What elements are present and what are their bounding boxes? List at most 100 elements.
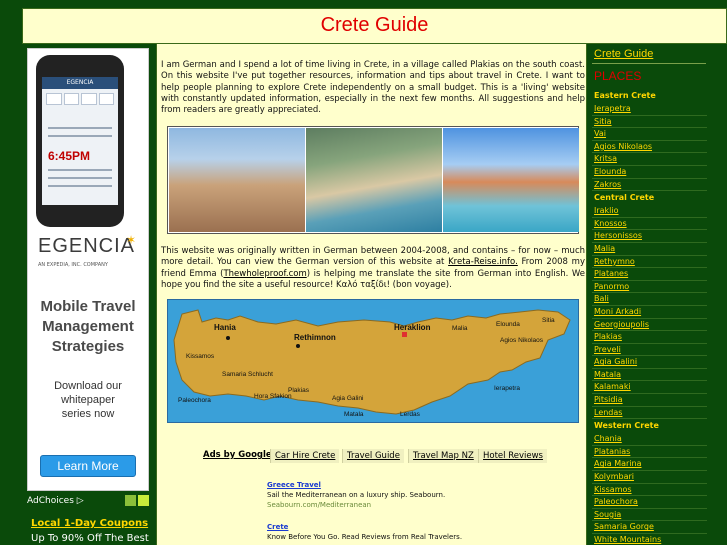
nav-item-bali[interactable]: Bali [592,293,707,306]
nav-item-malia[interactable]: Malia [592,243,707,256]
map-label-lerdas: Lerdas [400,411,421,418]
nav-item-plakias[interactable]: Plakias [592,331,707,344]
nav-item-kritsa[interactable]: Kritsa [592,153,707,166]
map-label-rethimnon: Rethimnon [294,333,336,342]
nav-item-chania[interactable]: Chania [592,433,707,446]
nav-item-platanias[interactable]: Platanias [592,446,707,459]
photo-strip [167,126,579,234]
egencia-ad[interactable]: EGENCIA 6:45PM EGENCIA ✶ AN EXPEDIA, INC… [27,48,149,491]
ads-by-google-label[interactable]: Ads by Google [203,450,272,460]
phone-app-grid [46,93,114,119]
map-label-elounda: Elounda [496,321,520,328]
ad-link-travel-guide[interactable]: Travel Guide [342,449,404,463]
kreta-reise-link[interactable]: Kreta-Reise.info. [448,257,518,267]
nav-item-platanes[interactable]: Platanes [592,268,707,281]
map-label-hora-sfakion: Hora Sfakion [254,393,292,400]
ad-headline-line: Management [42,318,134,335]
city-marker [296,344,300,348]
coupon-link[interactable]: Local 1-Day Coupons [31,518,148,529]
ad-headline: Mobile Travel Management Strategies [28,297,148,357]
nav-item-elounda[interactable]: Elounda [592,166,707,179]
nav-item-agia-galini[interactable]: Agia Galini [592,356,707,369]
ad-subtext-line: whitepaper [61,394,115,406]
nav-item-moni-arkadi[interactable]: Moni Arkadi [592,306,707,319]
nav-item-knossos[interactable]: Knossos [592,218,707,231]
ad-entry: Crete Know Before You Go. Read Reviews f… [267,522,567,542]
divider [592,63,706,64]
ad-entry-desc: Sail the Mediterranean on a luxury ship.… [267,491,446,499]
ad-link-car-hire[interactable]: Car Hire Crete [270,449,340,463]
ad-entry: Greece Travel Sail the Mediterranean on … [267,480,567,510]
nav-item-vai[interactable]: Vai [592,128,707,141]
nav-item-iraklio[interactable]: Iraklio [592,205,707,218]
nav-item-samaria-gorge[interactable]: Samaria Gorge [592,521,707,534]
map-label-kissamos: Kissamos [186,353,215,360]
nav-item-preveli[interactable]: Preveli [592,344,707,357]
photo-hotel-pool [443,128,579,232]
nav-item-rethymno[interactable]: Rethymno [592,256,707,269]
nav-item-kolymbari[interactable]: Kolymbari [592,471,707,484]
prev-ad-button[interactable] [125,495,136,506]
nav-item-sougia[interactable]: Sougia [592,509,707,522]
nav-item-white-mountains[interactable]: White Mountains [592,534,707,545]
adchoices-link[interactable]: AdChoices ▷ [27,496,84,506]
ads-by-google-bar: Ads by Google Car Hire Crete Travel Guid… [197,449,577,463]
phone-screen: EGENCIA 6:45PM [42,77,118,205]
ad-link-travel-map[interactable]: Travel Map NZ [408,449,478,463]
nav-item-hersonissos[interactable]: Hersonissos [592,230,707,243]
nav-item-panormo[interactable]: Panormo [592,281,707,294]
app-tile [46,93,62,105]
ad-subtext-line: series now [61,408,115,420]
nav-item-agios-nikolaos[interactable]: Agios Nikolaos [592,141,707,154]
map-label-sitia: Sitia [542,317,555,324]
nav-item-georgioupolis[interactable]: Georgioupolis [592,319,707,332]
ad-link-hotel-reviews[interactable]: Hotel Reviews [478,449,547,463]
adchoices-bar: AdChoices ▷ [27,494,149,508]
intro-paragraph: I am German and I spend a lot of time li… [161,60,585,116]
nav-item-kissamos[interactable]: Kissamos [592,484,707,497]
logo-accent-icon: ✶ [126,233,137,247]
ad-headline-line: Strategies [51,338,125,355]
left-sidebar: EGENCIA 6:45PM EGENCIA ✶ AN EXPEDIA, INC… [22,44,154,545]
screen-line [48,135,112,137]
page-title: Crete Guide [320,14,429,36]
nav-section-heading: Eastern Crete [594,91,656,100]
nav-item-matala[interactable]: Matala [592,369,707,382]
ad-entry-url[interactable]: Seabourn.com/Mediterranean [267,500,567,510]
ad-entry-title[interactable]: Crete [267,522,567,532]
nav-section-heading: Central Crete [594,193,655,203]
capital-marker [402,332,407,337]
ad-entry-title[interactable]: Greece Travel [267,480,567,490]
page-header: Crete Guide [22,8,727,44]
crete-map-svg: Hania Rethimnon Heraklion Malia Elounda … [173,309,571,418]
places-nav: Eastern Crete Ierapetra Sitia Vai Agios Niko… [592,89,707,545]
screen-line [48,185,112,187]
screen-line [48,127,112,129]
app-tile [63,93,79,105]
learn-more-button[interactable]: Learn More [40,455,136,477]
nav-item-sitia[interactable]: Sitia [592,116,707,129]
nav-item-kalamaki[interactable]: Kalamaki [592,381,707,395]
crete-guide-link[interactable]: Crete Guide [594,48,653,60]
nav-item-lendas[interactable]: Lendas [592,407,707,420]
thewholeproof-link[interactable]: Thewholeproof.com [223,269,306,279]
nav-item-paleochora[interactable]: Paleochora [592,496,707,509]
screen-line [48,169,112,171]
screen-line [48,177,112,179]
ad-subtext: Download our whitepaper series now [28,379,148,421]
nav-item-agia-marina[interactable]: Agia Marina [592,458,707,472]
nav-item-ierapetra[interactable]: Ierapetra [592,103,707,116]
next-ad-button[interactable] [138,495,149,506]
map-label-agia-galini: Agia Galini [332,395,363,402]
places-heading: PLACES [594,69,642,83]
photo-knossos-ruins [169,128,305,232]
nav-item-pitsidia[interactable]: Pitsidia [592,394,707,407]
map-label-matala: Matala [344,411,364,418]
brand-tagline: AN EXPEDIA, INC. COMPANY [38,262,108,268]
crete-map[interactable]: Hania Rethimnon Heraklion Malia Elounda … [167,299,579,423]
nav-item-zakros[interactable]: Zakros [592,179,707,192]
app-tile [81,93,97,105]
map-label-hania: Hania [214,323,236,332]
ad-entry-desc: Know Before You Go. Read Reviews from Re… [267,533,463,541]
main-content: I am German and I spend a lot of time li… [156,44,587,545]
